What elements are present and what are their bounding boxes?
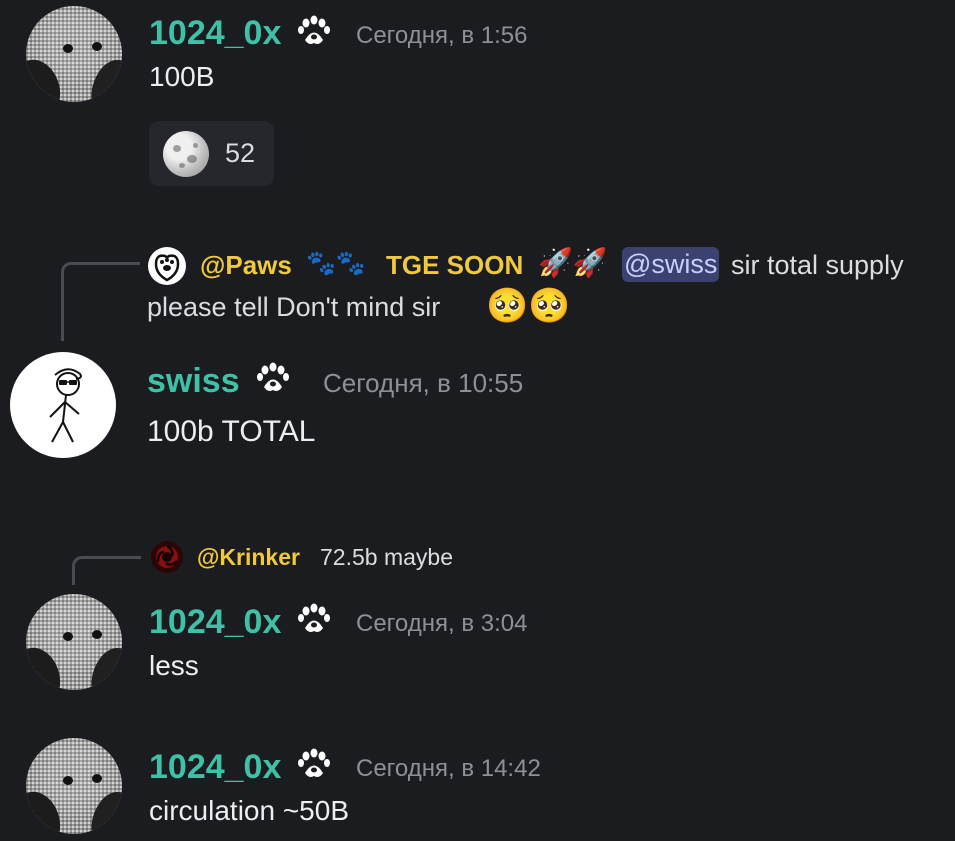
mention-swiss[interactable]: @swiss (622, 247, 720, 282)
avatar[interactable] (26, 594, 122, 690)
message-text: 100b TOTAL (147, 415, 316, 448)
reply-connector (72, 556, 141, 585)
reply-avatar[interactable] (150, 540, 184, 574)
username[interactable]: 1024_0x (149, 750, 281, 784)
avatar[interactable] (10, 352, 116, 458)
reaction-button[interactable]: 52 (149, 121, 274, 186)
paw-badge-icon (257, 362, 289, 391)
avatar[interactable] (26, 738, 122, 834)
reaction-count: 52 (225, 138, 256, 168)
full-moon-emoji-icon (163, 131, 209, 177)
username[interactable]: swiss (147, 364, 240, 398)
paw-badge-icon (298, 603, 330, 632)
paw-prints-emoji-icon: 🐾🐾 (306, 250, 366, 277)
reply-avatar[interactable] (147, 246, 187, 286)
timestamp: Сегодня, в 3:04 (356, 610, 528, 637)
reply-author[interactable]: @Paws (200, 252, 292, 278)
reply-author[interactable]: @Krinker (197, 546, 300, 569)
chat-view: 1024_0x Сегодня, в 1:56 100B 52 @Paws 🐾🐾… (0, 0, 955, 841)
reply-author-tail: TGE SOON (386, 250, 524, 280)
rocket-emoji-icon: 🚀🚀 (538, 247, 608, 278)
timestamp: Сегодня, в 10:55 (323, 368, 524, 398)
reply-text: 72.5b maybe (320, 544, 453, 570)
reply-text: sir total supply (731, 250, 904, 280)
message-text: less (149, 650, 199, 681)
timestamp: Сегодня, в 1:56 (356, 22, 528, 49)
reply-text-line2: please tell Don't mind sir (147, 292, 441, 322)
timestamp: Сегодня, в 14:42 (356, 755, 541, 782)
pleading-face-emoji-icon: 🥺🥺 (486, 287, 571, 325)
reply-connector (61, 262, 140, 341)
message-text: 100B (149, 61, 215, 92)
username[interactable]: 1024_0x (149, 16, 281, 50)
message-text: circulation ~50B (149, 795, 350, 826)
paw-badge-icon (298, 15, 330, 44)
stick-figure-icon (49, 368, 82, 443)
avatar[interactable] (26, 6, 122, 102)
username[interactable]: 1024_0x (149, 605, 281, 639)
paw-badge-icon (298, 748, 330, 777)
